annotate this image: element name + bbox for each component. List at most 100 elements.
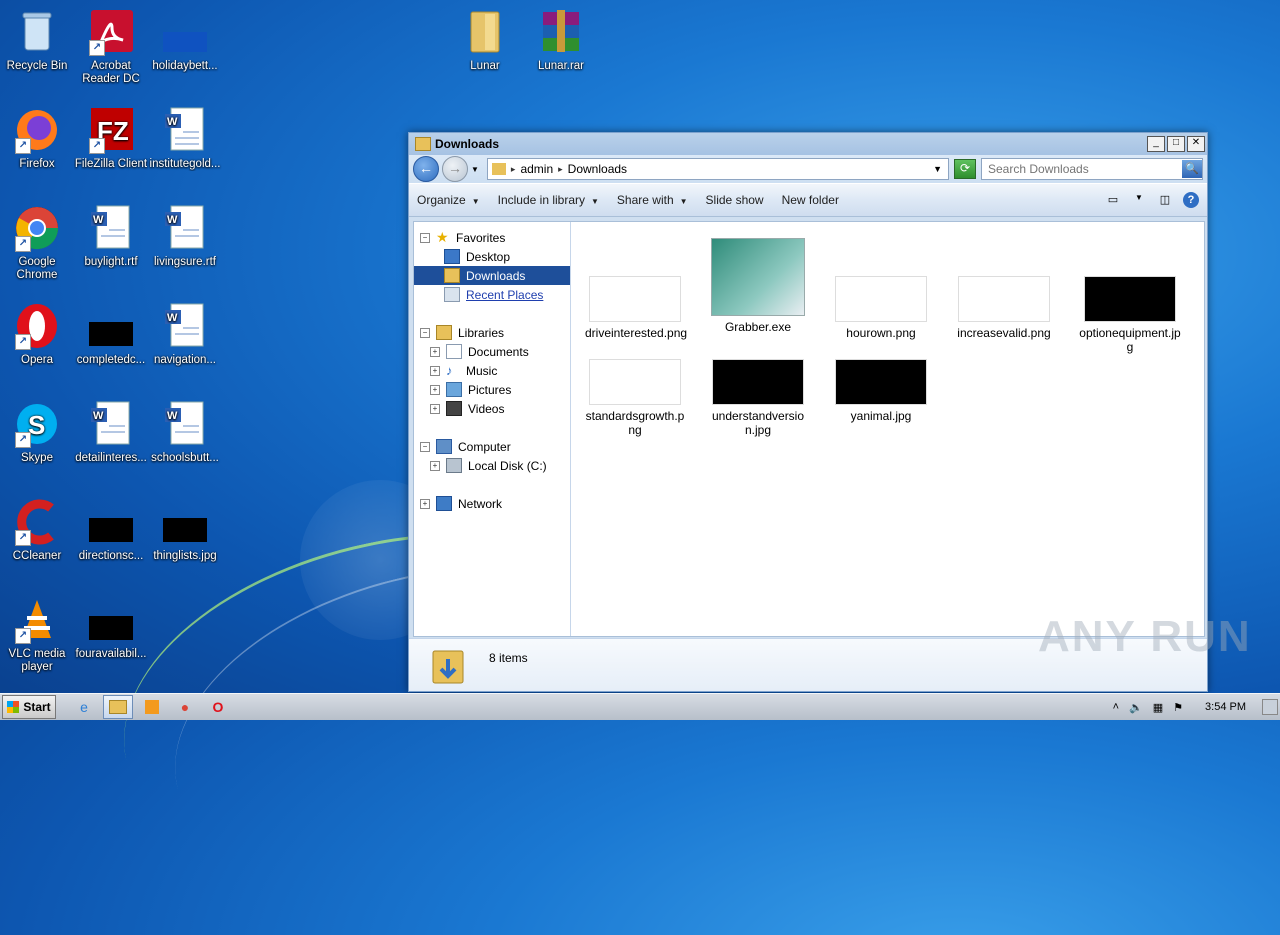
expand-icon[interactable]: + — [430, 460, 440, 471]
collapse-icon[interactable]: − — [420, 327, 430, 338]
breadcrumb-admin[interactable]: admin — [520, 162, 553, 176]
windows-explorer-icon[interactable] — [103, 695, 133, 719]
desktop-icon-label: Lunar — [470, 60, 500, 72]
windows-logo-icon — [7, 701, 20, 713]
word-document-icon: W — [87, 400, 135, 448]
star-icon: ★ — [436, 229, 449, 245]
close-button[interactable]: ✕ — [1187, 136, 1205, 152]
desktop-icon-lunar-rar[interactable]: Lunar.rar — [524, 8, 598, 73]
nav-label: Network — [458, 496, 503, 511]
desktop-icon-firefox[interactable]: ↗ Firefox — [0, 106, 74, 171]
nav-recent-places[interactable]: Recent Places — [414, 285, 570, 304]
desktop-icon-lunar-folder[interactable]: Lunar — [448, 8, 522, 73]
new-folder-button[interactable]: New folder — [782, 193, 839, 207]
chrome-icon[interactable]: ● — [171, 696, 199, 718]
window-titlebar[interactable]: Downloads _ □ ✕ — [409, 133, 1207, 155]
file-item[interactable]: understandversion.jpg — [708, 359, 808, 437]
svg-text:W: W — [167, 312, 178, 324]
file-item[interactable]: hourown.png — [831, 276, 931, 340]
maximize-button[interactable]: □ — [1167, 136, 1185, 152]
expand-icon[interactable]: + — [430, 384, 440, 395]
file-item[interactable]: increasevalid.png — [954, 276, 1054, 340]
collapse-icon[interactable]: − — [420, 232, 430, 243]
media-player-icon[interactable] — [138, 696, 166, 718]
forward-button[interactable]: → — [442, 156, 468, 182]
nav-documents[interactable]: + Documents — [414, 342, 570, 361]
expand-icon[interactable]: + — [430, 346, 440, 357]
search-icon[interactable]: 🔍 — [1182, 160, 1202, 178]
nav-videos[interactable]: + Videos — [414, 399, 570, 418]
nav-pictures[interactable]: + Pictures — [414, 380, 570, 399]
collapse-icon[interactable]: − — [420, 441, 430, 452]
refresh-button[interactable]: ⟳ — [954, 159, 976, 179]
desktop-icon-fouravailabil[interactable]: fouravailabil... — [74, 596, 148, 661]
desktop-icon-vlc[interactable]: ↗ VLC media player — [0, 596, 74, 674]
share-with-menu[interactable]: Share with ▼ — [617, 193, 688, 207]
desktop-icon-recycle-bin[interactable]: Recycle Bin — [0, 8, 74, 73]
breadcrumb-separator-icon[interactable]: ▸ — [511, 164, 516, 175]
ccleaner-icon: ↗ — [13, 498, 61, 546]
desktop-icon-holidaybett[interactable]: holidaybett... — [148, 8, 222, 73]
nav-favorites[interactable]: − ★ Favorites — [414, 228, 570, 247]
nav-computer[interactable]: − Computer — [414, 437, 570, 456]
desktop-icon-directionsc[interactable]: directionsc... — [74, 498, 148, 563]
desktop-icon-livingsure[interactable]: W livingsure.rtf — [148, 204, 222, 269]
expand-icon[interactable]: + — [420, 498, 430, 509]
recent-pages-dropdown-icon[interactable]: ▼ — [471, 165, 479, 174]
desktop-icon-ccleaner[interactable]: ↗ CCleaner — [0, 498, 74, 563]
clock[interactable]: 3:54 PM — [1205, 701, 1246, 713]
address-field[interactable]: ▸ admin ▸ Downloads ▼ — [486, 158, 949, 180]
desktop-icon-detailinteres[interactable]: W detailinteres... — [74, 400, 148, 465]
view-options-dropdown-icon[interactable]: ▼ — [1131, 193, 1147, 207]
desktop-icon-opera[interactable]: ↗ Opera — [0, 302, 74, 367]
desktop-icon-buylight[interactable]: W buylight.rtf — [74, 204, 148, 269]
image-thumbnail-icon — [589, 359, 681, 405]
include-in-library-menu[interactable]: Include in library ▼ — [498, 193, 599, 207]
desktop-icon-schoolsbutt[interactable]: W schoolsbutt... — [148, 400, 222, 465]
opera-icon[interactable]: O — [204, 696, 232, 718]
back-button[interactable]: ← — [413, 156, 439, 182]
desktop-icon-institutegold[interactable]: W institutegold... — [148, 106, 222, 171]
breadcrumb-downloads[interactable]: Downloads — [568, 162, 627, 176]
expand-icon[interactable]: + — [430, 403, 440, 414]
nav-local-disk[interactable]: + Local Disk (C:) — [414, 456, 570, 475]
desktop-icon-filezilla[interactable]: FZ ↗ FileZilla Client — [74, 106, 148, 171]
action-center-flag-icon[interactable]: ⚑ — [1173, 701, 1183, 714]
internet-explorer-icon[interactable]: e — [70, 696, 98, 718]
breadcrumb-separator-icon[interactable]: ▸ — [558, 164, 563, 175]
desktop-icon-navigation[interactable]: W navigation... — [148, 302, 222, 367]
show-hidden-icons-icon[interactable]: ˄ — [1113, 701, 1119, 713]
music-icon: ♪ — [446, 363, 453, 378]
slide-show-button[interactable]: Slide show — [706, 193, 764, 207]
organize-menu[interactable]: Organize ▼ — [417, 193, 480, 207]
network-status-icon[interactable]: ▦ — [1153, 701, 1163, 714]
nav-libraries[interactable]: − Libraries — [414, 323, 570, 342]
desktop-icon-acrobat[interactable]: ↗ Acrobat Reader DC — [74, 8, 148, 86]
nav-downloads[interactable]: Downloads — [414, 266, 570, 285]
file-thumbnail-icon — [87, 596, 135, 644]
file-item[interactable]: optionequipment.jpg — [1077, 276, 1183, 354]
show-desktop-button[interactable] — [1262, 699, 1278, 715]
file-item[interactable]: yanimal.jpg — [831, 359, 931, 423]
desktop-icon-chrome[interactable]: ↗ Google Chrome — [0, 204, 74, 282]
nav-music[interactable]: + ♪ Music — [414, 361, 570, 380]
volume-icon[interactable]: 🔈 — [1129, 701, 1143, 714]
change-view-icon[interactable]: ▭ — [1105, 193, 1121, 207]
nav-network[interactable]: + Network — [414, 494, 570, 513]
address-dropdown-icon[interactable]: ▼ — [933, 164, 942, 174]
preview-pane-icon[interactable]: ◫ — [1157, 193, 1173, 207]
desktop-icon-completedc[interactable]: completedc... — [74, 302, 148, 367]
help-icon[interactable]: ? — [1183, 192, 1199, 208]
nav-desktop[interactable]: Desktop — [414, 247, 570, 266]
desktop-icon-thinglists[interactable]: thinglists.jpg — [148, 498, 222, 563]
file-item[interactable]: driveinterested.png — [585, 276, 687, 340]
search-input[interactable] — [982, 161, 1182, 177]
start-button[interactable]: Start — [2, 695, 56, 719]
shortcut-arrow-icon: ↗ — [15, 530, 31, 546]
desktop-icon-skype[interactable]: S ↗ Skype — [0, 400, 74, 465]
minimize-button[interactable]: _ — [1147, 136, 1165, 152]
file-item[interactable]: Grabber.exe — [708, 238, 808, 334]
nav-label: Local Disk (C:) — [468, 458, 547, 473]
file-item[interactable]: standardsgrowth.png — [585, 359, 685, 437]
expand-icon[interactable]: + — [430, 365, 440, 376]
